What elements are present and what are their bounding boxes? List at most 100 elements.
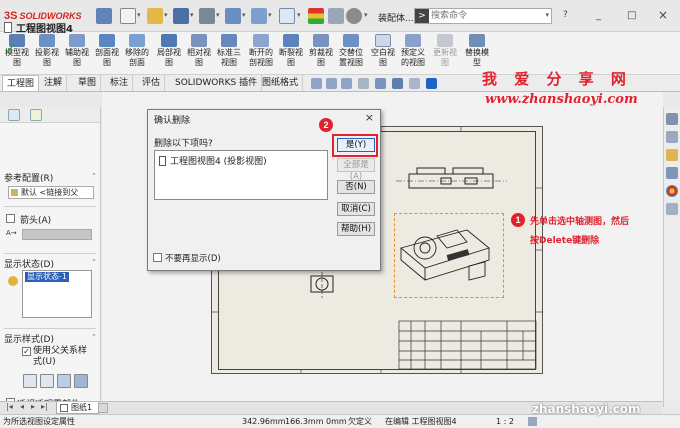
- file-explorer-icon[interactable]: [666, 149, 678, 161]
- display-state-item[interactable]: 显示状态-1: [25, 272, 69, 282]
- relative-view-icon: [191, 34, 207, 47]
- ribbon-update-view-button[interactable]: 更新视图: [431, 34, 459, 68]
- ribbon-replace-model-button[interactable]: 替换模型: [463, 34, 491, 68]
- items-to-delete-list[interactable]: 工程图视图4 (投影视图): [154, 150, 328, 200]
- tab-drawing[interactable]: 工程图: [2, 75, 40, 91]
- ribbon-detail-view-button[interactable]: 局部视图: [155, 34, 183, 68]
- prev-sheet-icon[interactable]: ◂: [20, 402, 24, 411]
- shaded-with-edges-icon[interactable]: [74, 374, 88, 388]
- view-palette-icon[interactable]: [666, 167, 678, 179]
- no-button[interactable]: 否(N): [337, 180, 375, 194]
- zoom-area-icon[interactable]: [326, 78, 337, 89]
- save-icon[interactable]: [173, 8, 189, 24]
- isometric-view-selection-box[interactable]: [394, 213, 504, 298]
- chevron-down-icon[interactable]: ▾: [242, 12, 248, 19]
- ribbon-auxiliary-view-button[interactable]: 辅助视图: [63, 34, 91, 68]
- arrow-checkbox[interactable]: [6, 214, 15, 223]
- new-document-icon[interactable]: [120, 8, 136, 24]
- hidden-lines-visible-icon[interactable]: [40, 374, 54, 388]
- ribbon-standard-3-view-button[interactable]: 标准三视图: [215, 34, 243, 68]
- section-view-hud-icon[interactable]: [358, 78, 369, 89]
- print-icon[interactable]: [199, 8, 215, 24]
- command-search-box[interactable]: > ▾: [414, 8, 552, 24]
- list-item[interactable]: 工程图视图4 (投影视图): [159, 154, 267, 167]
- sheet-tab[interactable]: 图纸1: [56, 402, 100, 414]
- rebuild-traffic-light-icon[interactable]: [308, 8, 324, 24]
- hide-show-items-icon[interactable]: [409, 78, 420, 89]
- ribbon-projected-view-button[interactable]: 投影视图: [33, 34, 61, 68]
- ref-config-select[interactable]: 默认 <链接到父: [8, 186, 94, 199]
- tab-sketch[interactable]: 草图: [74, 75, 102, 91]
- solidworks-resources-icon[interactable]: [666, 113, 678, 125]
- chevron-down-icon[interactable]: ▾: [164, 12, 170, 19]
- view-orientation-icon[interactable]: [375, 78, 386, 89]
- ribbon-relative-view-button[interactable]: 相对视图: [185, 34, 213, 68]
- ribbon-empty-view-button[interactable]: 空白视图: [369, 34, 397, 68]
- design-library-icon[interactable]: [666, 131, 678, 143]
- tab-annotation[interactable]: 注解: [40, 75, 68, 91]
- ok-check-icon[interactable]: ✓: [6, 41, 17, 56]
- arrow-text-field[interactable]: [22, 229, 92, 240]
- cursor-x: 342.96mm: [242, 417, 286, 426]
- dont-show-again-checkbox[interactable]: [153, 253, 162, 262]
- chevron-down-icon[interactable]: ▾: [545, 11, 549, 19]
- ribbon-section-view-button[interactable]: 剖面视图: [93, 34, 121, 68]
- sheet-scale[interactable]: 1 : 2: [496, 415, 514, 428]
- chevron-down-icon[interactable]: ▾: [268, 12, 274, 19]
- open-folder-icon[interactable]: [147, 8, 163, 24]
- tab-sheet-format[interactable]: 图纸格式: [258, 75, 304, 91]
- minimize-button[interactable]: _: [596, 10, 601, 21]
- add-sheet-icon[interactable]: [98, 403, 108, 413]
- dialog-close-button[interactable]: ×: [365, 111, 374, 124]
- collapse-icon[interactable]: ⌃: [91, 333, 97, 341]
- display-state-list[interactable]: 显示状态-1: [22, 270, 92, 318]
- display-style-icon[interactable]: [392, 78, 403, 89]
- yes-to-all-button[interactable]: 全部是(A): [337, 158, 375, 182]
- ribbon-removed-section-button[interactable]: 移除的剖面: [123, 34, 151, 68]
- ribbon-break-view-button[interactable]: 断裂视图: [277, 34, 305, 68]
- display-style-label: 显示样式(D): [4, 335, 54, 345]
- use-parent-style-checkbox[interactable]: ✓: [22, 347, 31, 356]
- chevron-down-icon[interactable]: ▾: [190, 12, 196, 19]
- wireframe-style-icon[interactable]: [23, 374, 37, 388]
- collapse-icon[interactable]: ⌃: [91, 258, 97, 266]
- help-icon[interactable]: ?: [563, 10, 568, 20]
- appearances-icon[interactable]: [666, 185, 678, 197]
- collapse-icon[interactable]: ⌃: [91, 172, 97, 180]
- next-sheet-icon[interactable]: ▸: [31, 402, 35, 411]
- undo-icon[interactable]: [225, 8, 241, 24]
- hidden-lines-removed-icon[interactable]: [57, 374, 71, 388]
- ribbon-alternate-position-button[interactable]: 交替位置视图: [337, 34, 365, 68]
- tab-markup[interactable]: 标注: [106, 75, 134, 91]
- first-sheet-icon[interactable]: |◂: [6, 402, 13, 411]
- maximize-button[interactable]: □: [627, 10, 636, 21]
- cancel-button[interactable]: 取消(C): [337, 202, 375, 216]
- help-button[interactable]: 帮助(H): [337, 222, 375, 236]
- property-manager-tab-icon[interactable]: [30, 109, 42, 121]
- previous-view-icon[interactable]: [341, 78, 352, 89]
- tab-solidworks-addins[interactable]: SOLIDWORKS 插件: [171, 75, 263, 91]
- view-settings-icon[interactable]: [426, 78, 437, 89]
- redo-icon[interactable]: [251, 8, 267, 24]
- chevron-down-icon[interactable]: ▾: [216, 12, 222, 19]
- zoom-to-fit-icon[interactable]: [311, 78, 322, 89]
- drawing-view-icon: [4, 22, 12, 33]
- home-icon[interactable]: [96, 8, 112, 24]
- last-sheet-icon[interactable]: ▸|: [41, 402, 48, 411]
- chevron-down-icon[interactable]: ▾: [137, 12, 143, 19]
- units-icon[interactable]: [528, 417, 537, 426]
- tab-evaluate[interactable]: 评估: [138, 75, 166, 91]
- select-pointer-icon[interactable]: [279, 8, 295, 24]
- ribbon-predefined-view-button[interactable]: 预定义的视图: [399, 34, 427, 68]
- close-window-button[interactable]: ×: [658, 8, 668, 22]
- ribbon-crop-view-button[interactable]: 剪裁视图: [307, 34, 335, 68]
- custom-properties-icon[interactable]: [666, 203, 678, 215]
- file-properties-icon[interactable]: [328, 8, 344, 24]
- feature-manager-tab-icon[interactable]: [8, 109, 20, 121]
- divider: [4, 328, 96, 329]
- search-input[interactable]: [431, 9, 541, 23]
- chevron-down-icon[interactable]: ▾: [364, 12, 370, 19]
- ribbon-broken-out-section-button[interactable]: 断开的剖视图: [247, 34, 275, 68]
- chevron-down-icon[interactable]: ▾: [297, 12, 303, 19]
- gear-icon[interactable]: [346, 8, 362, 24]
